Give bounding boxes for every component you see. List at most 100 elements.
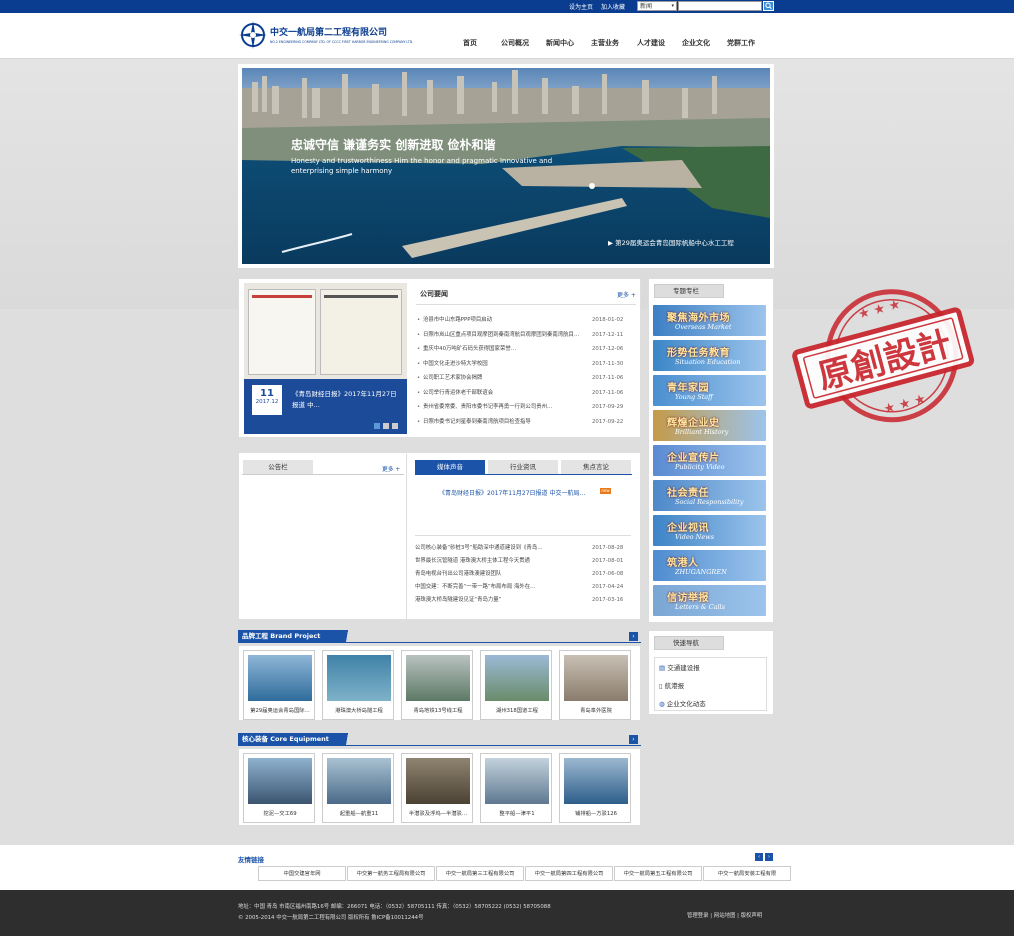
list-item[interactable]: 公司核心装备“砂桩3号”船助深中通道建设到《青岛… 2017-08-28 — [414, 541, 630, 555]
brand-project-card[interactable]: 青岛阜外医院 — [559, 650, 631, 720]
list-item[interactable]: • 公司举行青运休老干部联谊会 2017-11-06 — [414, 386, 634, 400]
special-banner[interactable]: 聚焦海外市场 Overseas Market — [653, 305, 766, 336]
friend-link[interactable]: 中交一航局第四工程有限公司 — [525, 866, 613, 881]
add-favorite-link[interactable]: 加入收藏 — [601, 2, 625, 11]
bullet-icon: • — [417, 418, 421, 425]
bullet-icon: • — [417, 404, 421, 410]
list-item[interactable]: • 贵州省委常委、贵阳市委书记李再勇一行到公司贵州… 2017-09-29 — [414, 400, 634, 414]
tab-focus[interactable]: 焦点言论 — [561, 460, 631, 474]
special-banner[interactable]: 形势任务教育 Situation Education — [653, 340, 766, 371]
set-home-link[interactable]: 设为主页 — [569, 2, 593, 11]
equipment-photo — [248, 758, 312, 804]
special-column-title: 专题专栏 — [654, 284, 724, 298]
nav-news[interactable]: 新闻中心 — [546, 38, 574, 48]
friend-link[interactable]: 中交一航局第五工程有限公司 — [614, 866, 702, 881]
company-news-more[interactable]: 更多 + — [617, 290, 636, 299]
friend-link[interactable]: 中交一航局第三工程有限公司 — [436, 866, 524, 881]
chevron-right-icon[interactable]: › — [629, 735, 638, 744]
company-news-list: • 沧县市中山东路PPP项目启动 2018-01-02 • 日照市岚山区重点项目观摩团到… — [414, 313, 640, 431]
search-input[interactable] — [678, 1, 762, 11]
globe-icon: ◍ — [659, 700, 667, 708]
tab-media[interactable]: 媒体声音 — [415, 460, 485, 474]
original-design-stamp: 原創設計 ★ ★ ★ ★ ★ ★ — [792, 285, 982, 430]
friend-link[interactable]: 中交第一航务工程局有限公司 — [347, 866, 435, 881]
newspaper-image — [244, 283, 407, 379]
footer-links[interactable]: 管理登录 | 网站地图 | 版权声明 — [687, 911, 762, 919]
header — [0, 13, 1014, 59]
equipment-card[interactable]: 整平船—津平1 — [480, 753, 552, 823]
list-item[interactable]: 青岛电视台刊出公司港珠澳建设团队 2017-06-08 — [414, 567, 630, 581]
search-button[interactable] — [763, 1, 774, 11]
new-badge: new — [600, 488, 611, 494]
list-item[interactable]: 中国交建：不断完善“一带一路”布局布局 海外在… 2017-04-24 — [414, 580, 630, 594]
list-item[interactable]: • 日照市岚山区重点项目观摩团到秦南湾航目观摩团到秦南湾航目… 2017-12-11 — [414, 328, 634, 342]
tab-industry[interactable]: 行业资讯 — [488, 460, 558, 474]
equipment-card[interactable]: 挖泥—交工69 — [243, 753, 315, 823]
list-item[interactable]: 世界最长沉管隧道 港珠澳大桥主体工程今天贯通 2017-08-01 — [414, 554, 630, 568]
brand-project-card[interactable]: 青岛地铁13号线工程 — [401, 650, 473, 720]
project-photo — [327, 655, 391, 701]
nav-home[interactable]: 首页 — [463, 38, 477, 48]
search-category-select[interactable]: 新闻 ▾ — [637, 1, 677, 11]
nav-talent[interactable]: 人才建设 — [637, 38, 665, 48]
project-photo — [564, 655, 628, 701]
special-banner[interactable]: 企业宣传片 Publicity Video — [653, 445, 766, 476]
quick-nav-item[interactable]: ▯ 航港报 — [659, 680, 684, 690]
special-banner[interactable]: 辉煌企业史 Brilliant History — [653, 410, 766, 441]
equipment-card[interactable]: 铺排船—方驳126 — [559, 753, 631, 823]
special-banner[interactable]: 青年家园 Young Staff — [653, 375, 766, 406]
special-banner-list: 聚焦海外市场 Overseas Market 形势任务教育 Situation Edu… — [653, 305, 768, 620]
special-banner[interactable]: 社会责任 Social Responsibility — [653, 480, 766, 511]
search-icon — [765, 2, 772, 10]
nav-about[interactable]: 公司概况 — [501, 38, 529, 48]
nav-business[interactable]: 主营业务 — [591, 38, 619, 48]
media-headline[interactable]: 《青岛财经日报》2017年11月27日报道 中交一航局… — [439, 488, 599, 497]
special-banner[interactable]: 企业视讯 Video News — [653, 515, 766, 546]
hero-caption: ▶ 第29届奥运会青岛国际帆船中心水工工程 — [608, 239, 734, 247]
chevron-right-icon[interactable]: › — [765, 853, 773, 861]
notice-tab[interactable]: 公告栏 — [243, 460, 313, 474]
quick-nav-item[interactable]: ▤ 交通建设报 — [659, 662, 700, 672]
carousel-dot[interactable] — [374, 423, 380, 429]
brand-project-card[interactable]: 湖州318国道工程 — [480, 650, 552, 720]
equipment-card[interactable]: 起重船—航重11 — [322, 753, 394, 823]
equipment-card[interactable]: 半潜驳及浮坞—半潜驳… — [401, 753, 473, 823]
project-photo — [406, 655, 470, 701]
equipment-photo — [406, 758, 470, 804]
list-item[interactable]: 港珠澳大桥岛隧建设见证“青岛力量” 2017-03-16 — [414, 593, 630, 607]
hero-banner[interactable]: 忠诚守信 谦谨务实 创新进取 俭朴和谐 Honesty and trustwor… — [238, 64, 774, 268]
chevron-right-icon[interactable]: › — [629, 632, 638, 641]
list-item[interactable]: • 日照市委书记刘星泰到秦南湾航项目检查指导 2017-09-22 — [414, 415, 634, 429]
chevron-down-icon: ▾ — [671, 3, 674, 9]
hero-slogan-en: Honesty and trustworthiness Him the hono… — [291, 157, 553, 175]
friend-link[interactable]: 中国交建官年网 — [258, 866, 346, 881]
bullet-icon: • — [417, 331, 421, 338]
bullet-icon: • — [417, 317, 421, 323]
carousel-dot[interactable] — [383, 423, 389, 429]
friend-links-title: 友情链接 — [238, 856, 264, 864]
notice-more[interactable]: 更多 + — [382, 464, 400, 473]
bullet-icon: • — [417, 389, 421, 396]
special-banner[interactable]: 信访举报 Letters & Calls — [653, 585, 766, 616]
friend-link[interactable]: 中交一航局安装工程有限 — [703, 866, 791, 881]
list-item[interactable]: • 重庆中40万吨矿石码头获得国家荣誉… 2017-12-06 — [414, 342, 634, 356]
brand-project-card[interactable]: 港珠澳大桥岛隧工程 — [322, 650, 394, 720]
core-equipment-list: 挖泥—交工69 起重船—航重11 半潜驳及浮坞—半潜驳… 整平船—津平1 铺排船—方驳1… — [243, 753, 638, 823]
company-logo-icon[interactable] — [238, 20, 268, 50]
chevron-left-icon[interactable]: ‹ — [755, 853, 763, 861]
list-item[interactable]: • 沧县市中山东路PPP项目启动 2018-01-02 — [414, 313, 634, 327]
equipment-photo — [327, 758, 391, 804]
list-item[interactable]: • 中国文化走进沙特大学校园 2017-11-30 — [414, 357, 634, 371]
quick-nav-item[interactable]: ◍ 企业文化动态 — [659, 698, 706, 708]
project-photo — [248, 655, 312, 701]
nav-party[interactable]: 党群工作 — [727, 38, 755, 48]
carousel-dot[interactable] — [392, 423, 398, 429]
brand-project-title: 品牌工程 Brand Project — [238, 630, 358, 643]
news-feature[interactable]: 11 2017.12 《青岛财经日报》2017年11月27日报道 中... — [244, 283, 407, 434]
stamp-icon: 原創設計 ★ ★ ★ ★ ★ ★ — [792, 289, 975, 423]
list-item[interactable]: • 公司职工艺术家协会揭牌 2017-11-06 — [414, 371, 634, 385]
footer-copyright: © 2005-2014 中交一航局第二工程有限公司 版权所有 鲁ICP备1001… — [238, 915, 424, 921]
special-banner[interactable]: 筑港人 ZHUGANGREN — [653, 550, 766, 581]
brand-project-card[interactable]: 第29届奥运会青岛国际… — [243, 650, 315, 720]
nav-culture[interactable]: 企业文化 — [682, 38, 710, 48]
